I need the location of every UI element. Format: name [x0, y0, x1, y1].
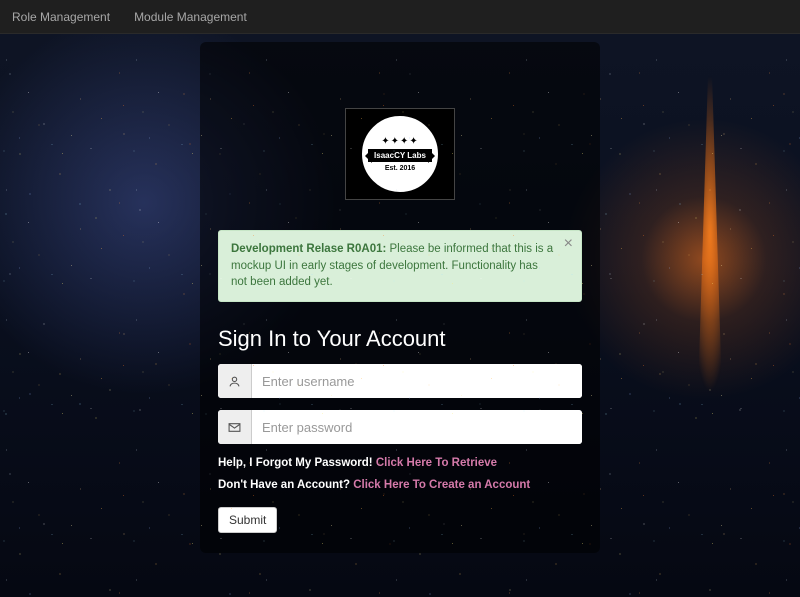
login-card: ✦✦✦✦ IsaacCY Labs Est. 2016 × Developmen…: [200, 42, 600, 553]
nav-link-module-management[interactable]: Module Management: [134, 10, 247, 24]
alert-close-button[interactable]: ×: [564, 235, 573, 253]
tower-glow: [690, 74, 730, 394]
background-city: ✦✦✦✦ IsaacCY Labs Est. 2016 × Developmen…: [0, 34, 800, 597]
submit-button[interactable]: Submit: [218, 507, 277, 533]
alert-body-text: Please be informed that this is a mockup…: [231, 243, 553, 288]
logo-est-text: Est. 2016: [385, 165, 415, 172]
forgot-password-link[interactable]: Click Here To Retrieve: [376, 457, 497, 469]
signup-line: Don't Have an Account? Click Here To Cre…: [218, 478, 582, 494]
forgot-prefix: Help, I Forgot My Password!: [218, 457, 376, 469]
username-input-group: [218, 364, 582, 398]
user-icon: [218, 364, 252, 398]
signup-prefix: Don't Have an Account?: [218, 479, 353, 491]
logo-container: ✦✦✦✦ IsaacCY Labs Est. 2016: [218, 108, 582, 200]
logo-banner-text: IsaacCY Labs: [368, 149, 432, 162]
envelope-icon: [218, 410, 252, 444]
top-navbar: Role Management Module Management: [0, 0, 800, 34]
alert-strong-text: Development Relase R0A01:: [231, 243, 386, 255]
nav-link-role-management[interactable]: Role Management: [12, 10, 110, 24]
signin-heading: Sign In to Your Account: [218, 326, 582, 352]
username-input[interactable]: [252, 364, 582, 398]
forgot-password-line: Help, I Forgot My Password! Click Here T…: [218, 456, 582, 472]
create-account-link[interactable]: Click Here To Create an Account: [353, 479, 530, 491]
password-input-group: [218, 410, 582, 444]
dev-release-alert: × Development Relase R0A01: Please be in…: [218, 230, 582, 302]
brand-logo: ✦✦✦✦ IsaacCY Labs Est. 2016: [345, 108, 455, 200]
password-input[interactable]: [252, 410, 582, 444]
logo-stars-icon: ✦✦✦✦: [381, 136, 419, 147]
